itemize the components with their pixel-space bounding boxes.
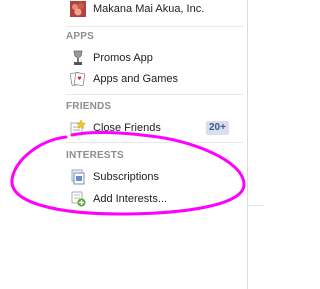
sidebar-item-label: Promos App bbox=[93, 52, 153, 64]
sidebar-item-label: Subscriptions bbox=[93, 171, 160, 183]
count-badge: 20+ bbox=[206, 121, 229, 135]
sidebar-item-subscriptions[interactable]: Subscriptions bbox=[70, 168, 159, 186]
column-divider bbox=[247, 0, 248, 289]
sidebar-item-label: Close Friends bbox=[93, 122, 161, 134]
sidebar-item-label: Add Interests... bbox=[93, 193, 167, 205]
sidebar-item-close-friends[interactable]: Close Friends bbox=[70, 119, 161, 137]
sidebar-item-apps-and-games[interactable]: Apps and Games bbox=[69, 70, 178, 88]
section-separator bbox=[66, 94, 243, 95]
sidebar-item-add-interests[interactable]: Add Interests... bbox=[70, 190, 167, 208]
section-separator bbox=[66, 142, 243, 143]
apps-section-header: APPS bbox=[66, 31, 95, 42]
friends-section-header: FRIENDS bbox=[66, 101, 112, 112]
annotation-circle bbox=[10, 130, 246, 216]
sidebar-item-label: Apps and Games bbox=[93, 73, 178, 85]
close-friends-icon bbox=[70, 119, 87, 136]
section-separator bbox=[66, 26, 243, 27]
interests-section-header: INTERESTS bbox=[66, 150, 124, 161]
subscriptions-icon bbox=[70, 169, 86, 185]
sidebar-item-label: Makana Mai Akua, Inc. bbox=[93, 3, 205, 15]
promos-app-icon bbox=[70, 50, 86, 66]
sidebar-item-page[interactable]: Makana Mai Akua, Inc. bbox=[70, 0, 204, 18]
page-avatar-icon bbox=[70, 1, 86, 17]
apps-and-games-icon bbox=[69, 71, 86, 87]
sidebar-item-promos-app[interactable]: Promos App bbox=[70, 49, 153, 67]
right-divider-stub bbox=[248, 205, 264, 206]
add-interests-icon bbox=[70, 191, 86, 207]
